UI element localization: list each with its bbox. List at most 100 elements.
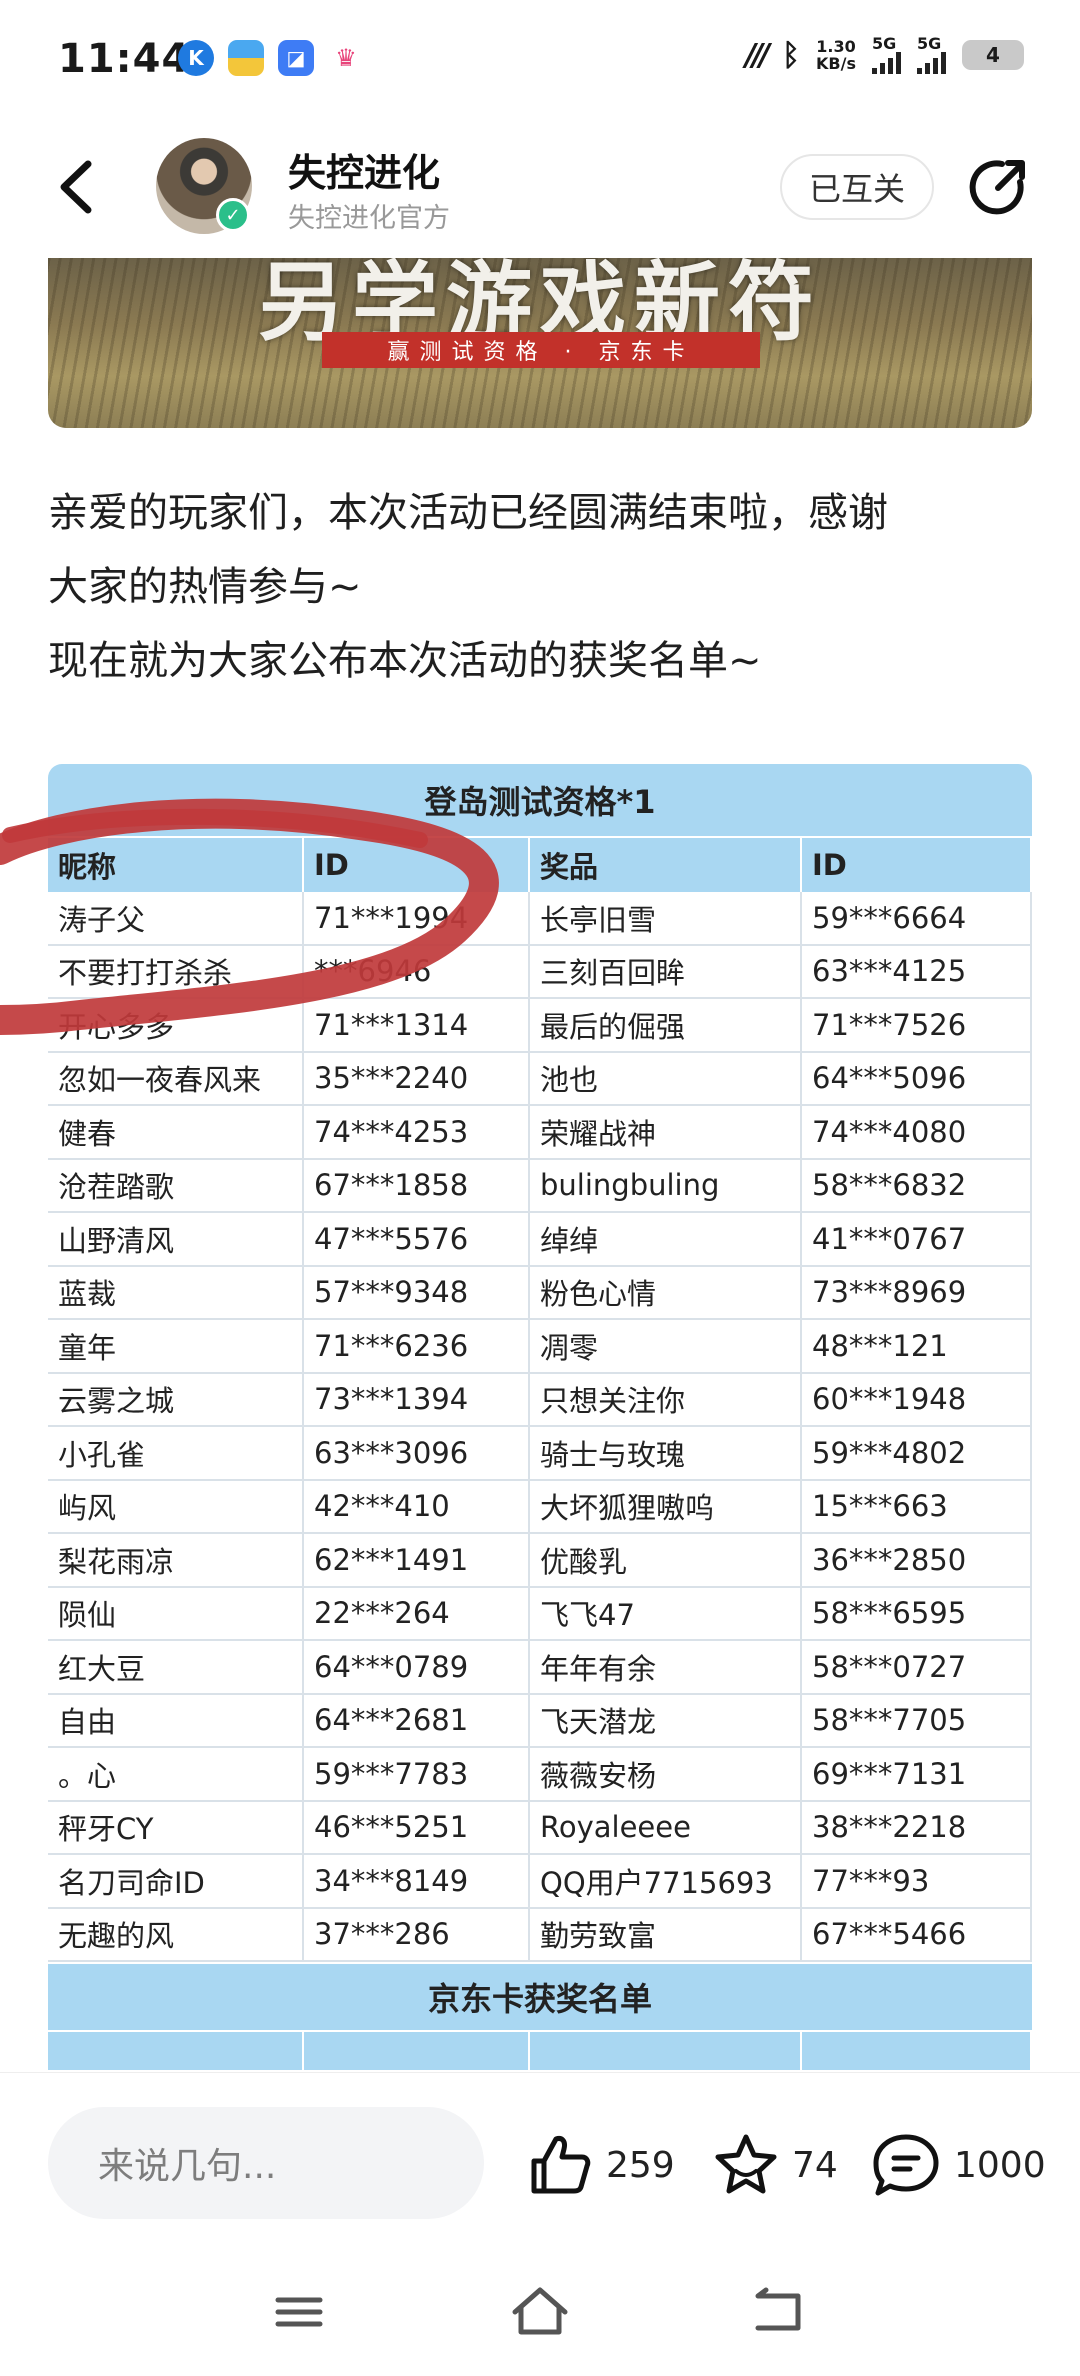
- winners-table-image[interactable]: 登岛测试资格*1 昵称 ID 奖品 ID 涛子父 71***1994 长亭旧雪 59*…: [48, 764, 1032, 2072]
- table-cell: 38***2218: [802, 1801, 1032, 1853]
- follow-button[interactable]: 已互关: [780, 154, 934, 220]
- table-cell: 小孔雀: [48, 1427, 304, 1479]
- table-cell: 47***5576: [304, 1213, 530, 1265]
- clock: 11:44: [58, 36, 191, 82]
- table-cell: 秤牙CY: [48, 1801, 304, 1853]
- table-cell: bulingbuling: [530, 1159, 802, 1211]
- table-header-cell: 昵称: [48, 838, 304, 892]
- table-cell: 忽如一夜春风来: [48, 1052, 304, 1104]
- table-cell: 64***5096: [802, 1052, 1032, 1104]
- share-button[interactable]: [964, 152, 1034, 222]
- comment-button[interactable]: 1000: [870, 2125, 1046, 2205]
- table-cell: 优酸乳: [530, 1534, 802, 1586]
- table-cell: 59***7783: [304, 1748, 530, 1800]
- table-header-row: 昵称 ID 奖品 ID: [48, 836, 1032, 892]
- menu-nav-button[interactable]: [264, 2282, 334, 2342]
- table-title: 登岛测试资格*1: [48, 764, 1032, 836]
- table-cell: 57***9348: [304, 1266, 530, 1318]
- system-nav-bar: [0, 2252, 1080, 2376]
- table-row: 蓝裁 57***9348 粉色心情 73***8969: [48, 1266, 1032, 1320]
- table-cell: 74***4080: [802, 1106, 1032, 1158]
- table-cell: 飞飞47: [530, 1587, 802, 1639]
- favorite-count: 74: [792, 2144, 838, 2186]
- app-k-icon: K: [178, 40, 214, 76]
- table-cell: 薇薇安杨: [530, 1748, 802, 1800]
- table-cell: 69***7131: [802, 1748, 1032, 1800]
- table-row: 红大豆 64***0789 年年有余 58***0727: [48, 1641, 1032, 1695]
- home-nav-button[interactable]: [505, 2282, 575, 2342]
- table-cell: 71***1994: [304, 892, 530, 944]
- table-cell: 34***8149: [304, 1855, 530, 1907]
- table-cell: 59***6664: [802, 892, 1032, 944]
- table-cell: 64***2681: [304, 1694, 530, 1746]
- crown-app-icon: ♛: [328, 40, 364, 76]
- comment-input[interactable]: 来说几句...: [48, 2107, 484, 2219]
- nfc-icon: ///: [745, 37, 770, 73]
- table-row: 屿风 42***410 大坏狐狸嗷呜 15***663: [48, 1480, 1032, 1534]
- table-cell: 梨花雨凉: [48, 1534, 304, 1586]
- table-cell: 健春: [48, 1106, 304, 1158]
- table-cell: 58***0727: [802, 1641, 1032, 1693]
- table-cell: 63***4125: [802, 945, 1032, 997]
- table-cell: 涛子父: [48, 892, 304, 944]
- post-line: 大家的热情参与~: [48, 564, 362, 610]
- back-nav-button[interactable]: [744, 2282, 814, 2342]
- table-cell: 不要打打杀杀: [48, 945, 304, 997]
- comment-count: 1000: [954, 2144, 1046, 2186]
- table-header-cell: ID: [304, 838, 530, 892]
- table-row: 云雾之城 73***1394 只想关注你 60***1948: [48, 1373, 1032, 1427]
- table-row: 童年 71***6236 凋零 48***121: [48, 1320, 1032, 1374]
- table-row: 无趣的风 37***286 勤劳致富 67***5466: [48, 1908, 1032, 1962]
- comment-icon: [873, 2134, 939, 2196]
- table-row: 健春 74***4253 荣耀战神 74***4080: [48, 1106, 1032, 1160]
- table-cell: 勤劳致富: [530, 1908, 802, 1960]
- table-cell: 骑士与玫瑰: [530, 1427, 802, 1479]
- table-cell: 42***410: [304, 1480, 530, 1532]
- banner-ribbon: 赢测试资格 · 京东卡: [322, 332, 760, 368]
- table-cell: 46***5251: [304, 1801, 530, 1853]
- table-row: 涛子父 71***1994 长亭旧雪 59***6664: [48, 892, 1032, 946]
- table-cell: 无趣的风: [48, 1908, 304, 1960]
- table-row: 忽如一夜春风来 35***2240 池也 64***5096: [48, 1052, 1032, 1106]
- table-cell: ***6946: [304, 945, 530, 997]
- post-line: 现在就为大家公布本次活动的获奖名单~: [48, 638, 762, 684]
- table-cell: 年年有余: [530, 1641, 802, 1693]
- status-bar: 11:44 K ◪ ♛ /// ᛒ 1.30 KB/s 5G 5G 4: [0, 0, 1080, 118]
- table-cell: 59***4802: [802, 1427, 1032, 1479]
- table-row: 沧茬踏歌 67***1858 bulingbuling 58***6832: [48, 1159, 1032, 1213]
- verified-icon: ✓: [216, 198, 250, 232]
- account-subtitle: 失控进化官方: [288, 203, 450, 234]
- table-cell: 只想关注你: [530, 1373, 802, 1425]
- back-arrow-icon: [755, 2287, 801, 2331]
- table-row: 陨仙 22***264 飞飞47 58***6595: [48, 1587, 1032, 1641]
- table-cell: 沧茬踏歌: [48, 1159, 304, 1211]
- star-icon: [715, 2134, 777, 2194]
- post-header: ✓ 失控进化 失控进化官方 已互关: [0, 118, 1080, 258]
- table-cell: 58***6832: [802, 1159, 1032, 1211]
- table-cell: 最后的倔强: [530, 999, 802, 1051]
- table-row: 名刀司命ID 34***8149 QQ用户7715693 77***93: [48, 1855, 1032, 1909]
- table-cell: 71***7526: [802, 999, 1032, 1051]
- table-cell: 62***1491: [304, 1534, 530, 1586]
- notes-app-icon: ◪: [278, 40, 314, 76]
- account-name[interactable]: 失控进化: [288, 142, 440, 197]
- table-row: 自由 64***2681 飞天潜龙 58***7705: [48, 1694, 1032, 1748]
- table-cell: 童年: [48, 1320, 304, 1372]
- table-cell: 山野清风: [48, 1213, 304, 1265]
- table-cell: 长亭旧雪: [530, 892, 802, 944]
- table-cell: QQ用户7715693: [530, 1855, 802, 1907]
- event-banner-image[interactable]: 另学游戏新符 赢测试资格 · 京东卡: [48, 256, 1032, 428]
- table-cell: 陨仙: [48, 1587, 304, 1639]
- table-cell: 67***5466: [802, 1908, 1032, 1960]
- chevron-left-icon: [60, 160, 92, 214]
- table-cell: 粉色心情: [530, 1266, 802, 1318]
- table-cell: 蓝裁: [48, 1266, 304, 1318]
- table-cell: 77***93: [802, 1855, 1032, 1907]
- table-cell: 58***6595: [802, 1587, 1032, 1639]
- table-cell: 自由: [48, 1694, 304, 1746]
- post-body-text: 亲爱的玩家们，本次活动已经圆满结束啦，感谢 大家的热情参与~ 现在就为大家公布本…: [48, 476, 1038, 698]
- favorite-button[interactable]: 74: [712, 2125, 838, 2205]
- table-cell: 15***663: [802, 1480, 1032, 1532]
- like-button[interactable]: 259: [526, 2125, 675, 2205]
- back-button[interactable]: [48, 154, 108, 220]
